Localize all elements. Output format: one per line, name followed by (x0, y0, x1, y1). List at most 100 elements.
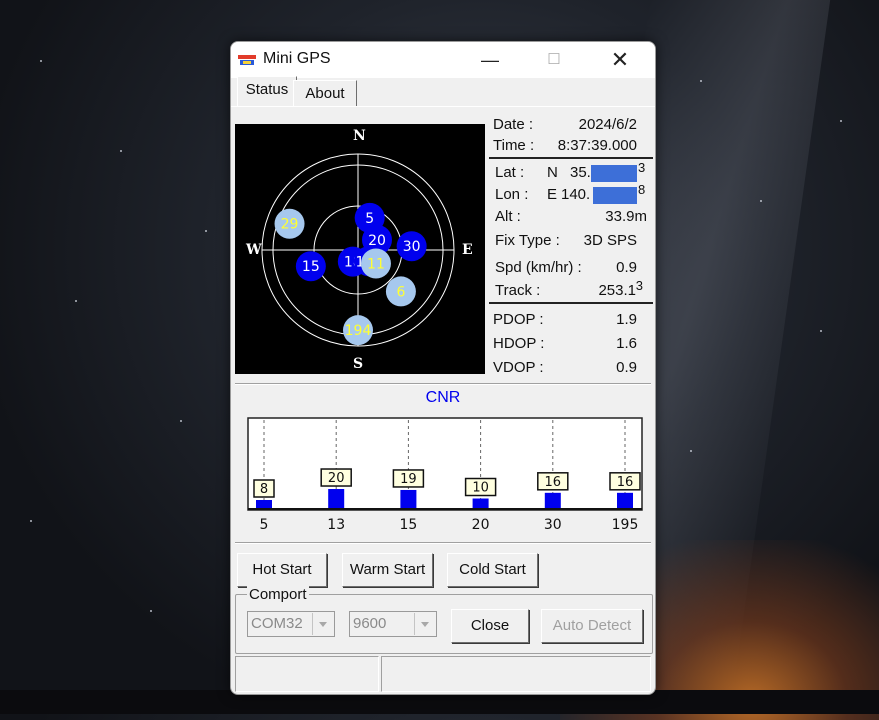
com-port-select[interactable]: COM32 (247, 611, 335, 637)
comport-group-label: Comport (247, 586, 309, 603)
date-label: Date : (493, 116, 534, 133)
mini-gps-window: Mini GPS — ☐ ✕ Status About 5 20 30 29 15 18 1… (230, 41, 656, 695)
track-label: Track : (495, 282, 541, 299)
close-port-button[interactable]: Close (451, 609, 529, 643)
auto-detect-button[interactable]: Auto Detect (541, 609, 643, 643)
maximize-button[interactable]: ☐ (531, 42, 577, 78)
pdop-value: 1.9 (616, 311, 637, 328)
lon-value-tail: 8 (638, 182, 646, 197)
tab-about[interactable]: About (293, 80, 357, 107)
window-title: Mini GPS (263, 50, 331, 67)
chevron-down-icon[interactable] (312, 613, 333, 635)
tab-status[interactable]: Status (237, 76, 297, 107)
lat-value-tail: 3 (638, 160, 646, 175)
time-label: Time : (493, 137, 535, 154)
satellite-marker: 11 (360, 248, 391, 279)
pdop-label: PDOP : (493, 311, 544, 328)
minimize-button[interactable]: — (467, 42, 513, 78)
cnr-category-label: 5 (260, 517, 269, 533)
satellite-marker: 194 (343, 315, 373, 346)
lat-value: 35. (570, 164, 591, 181)
cnr-value-label: 19 (400, 472, 417, 487)
alt-value: 33.9m (605, 208, 647, 225)
lon-value: 140. (561, 186, 591, 203)
compass-north-label: N (353, 128, 366, 144)
cnr-bar (472, 498, 489, 508)
compass-south-label: S (353, 356, 364, 372)
cnr-bar (328, 489, 345, 508)
cnr-category-label: 13 (327, 517, 345, 533)
cnr-value-label: 16 (545, 475, 562, 490)
com-port-value: COM32 (251, 615, 303, 632)
app-icon (237, 53, 257, 67)
status-pane-1 (235, 656, 379, 692)
lon-row: Lon : E 140. 8 (489, 182, 653, 205)
vdop-label: VDOP : (493, 359, 544, 376)
cold-start-button[interactable]: Cold Start (447, 553, 538, 587)
satellite-prn-label: 29 (281, 217, 299, 233)
lat-hemisphere: N (547, 164, 558, 181)
cnr-bar (544, 492, 561, 508)
cnr-chart: 8 5 20 13 19 15 10 20 16 30 16 195 (247, 417, 643, 535)
satellite-marker: 15 (295, 251, 326, 282)
hdop-value: 1.6 (616, 335, 637, 352)
satellite-prn-label: 6 (396, 284, 405, 300)
close-window-button[interactable]: ✕ (597, 42, 643, 78)
cnr-category-label: 195 (612, 517, 639, 533)
baud-rate-select[interactable]: 9600 (349, 611, 437, 637)
satellite-prn-label: 30 (403, 239, 421, 255)
info-separator (489, 157, 653, 159)
cnr-plot: 8 5 20 13 19 15 10 20 16 30 16 195 (247, 417, 643, 533)
cnr-category-label: 30 (544, 517, 562, 533)
cnr-value-label: 16 (617, 475, 634, 490)
fix-type-row: Fix Type : 3D SPS (489, 232, 653, 251)
speed-value: 0.9 (616, 259, 637, 276)
baud-rate-value: 9600 (353, 615, 387, 632)
hot-start-button[interactable]: Hot Start (237, 553, 327, 587)
warm-start-button[interactable]: Warm Start (342, 553, 433, 587)
fix-type-label: Fix Type : (495, 232, 560, 249)
satellite-marker: 30 (396, 231, 427, 262)
time-row: Time : 8:37:39.000 (489, 137, 653, 156)
pdop-row: PDOP : 1.9 (489, 311, 653, 330)
status-pane-2 (381, 656, 651, 692)
time-value: 8:37:39.000 (557, 137, 637, 154)
speed-label: Spd (km/hr) : (495, 259, 582, 276)
title-bar[interactable]: Mini GPS — ☐ ✕ (231, 42, 655, 78)
lat-label: Lat : (495, 164, 525, 181)
satellite-sky-view: 52030291518195116194 N S E W (235, 124, 485, 374)
track-row: Track : 253.1 3 (489, 278, 653, 301)
lat-row: Lat : N 35. 3 (489, 160, 653, 183)
cnr-category-label: 20 (472, 517, 490, 533)
chevron-down-icon[interactable] (414, 613, 435, 635)
cnr-bar (400, 489, 417, 508)
cnr-value-label: 10 (472, 481, 489, 496)
satellite-prn-label: 15 (302, 259, 320, 275)
alt-row: Alt : 33.9m (489, 208, 653, 227)
hdop-label: HDOP : (493, 335, 545, 352)
lon-redaction (593, 187, 637, 204)
cnr-value-label: 8 (260, 482, 268, 497)
alt-label: Alt : (495, 208, 521, 225)
vdop-row: VDOP : 0.9 (489, 359, 653, 378)
cnr-bar (256, 500, 272, 508)
sky-plot: 52030291518195116194 (261, 153, 455, 347)
track-value-tail: 3 (635, 278, 643, 293)
date-row: Date : 2024/6/2 (489, 116, 653, 135)
satellite-marker: 29 (274, 208, 305, 239)
satellite-prn-label: 11 (367, 257, 385, 273)
speed-row: Spd (km/hr) : 0.9 (489, 259, 653, 278)
cnr-title: CNR (425, 389, 461, 406)
hdop-row: HDOP : 1.6 (489, 335, 653, 354)
satellite-prn-label: 5 (365, 211, 374, 227)
satellite-marker: 6 (385, 276, 416, 307)
track-value: 253.1 (598, 282, 636, 299)
lat-redaction (591, 165, 637, 182)
cnr-bar (617, 492, 633, 508)
info-separator-2 (489, 302, 653, 304)
cnr-value-label: 20 (328, 471, 345, 486)
lon-hemisphere: E (547, 186, 558, 203)
date-value: 2024/6/2 (578, 116, 637, 133)
cnr-category-label: 15 (399, 517, 417, 533)
lon-label: Lon : (495, 186, 529, 203)
